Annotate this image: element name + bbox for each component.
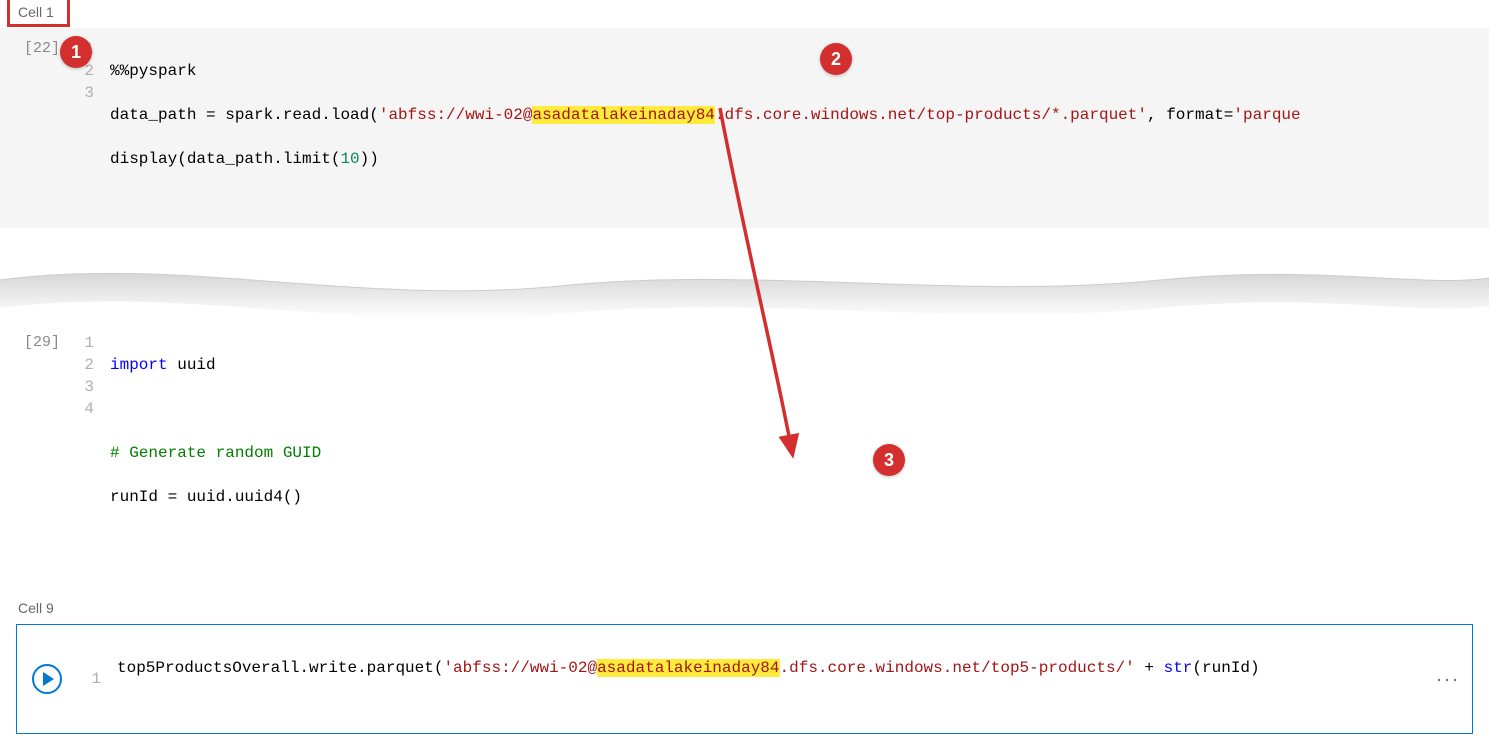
callout-2: 2 <box>820 43 852 75</box>
cell9-line-numbers: 1 <box>77 668 117 690</box>
cell-mid-exec-count: [29] <box>0 332 70 351</box>
callout-3: 3 <box>873 444 905 476</box>
more-actions-icon[interactable]: ··· <box>1424 669 1472 690</box>
code-line: %%pyspark <box>110 60 1489 82</box>
cell9-label: Cell 9 <box>12 596 60 620</box>
callout-1: 1 <box>60 36 92 68</box>
cell-mid-line-numbers: 1 2 3 4 <box>70 332 110 420</box>
code-line: # Generate random GUID <box>110 442 1489 464</box>
cell-mid-code[interactable]: import uuid # Generate random GUID runId… <box>110 332 1489 552</box>
code-line <box>110 398 1489 420</box>
run-icon[interactable] <box>32 664 62 694</box>
highlighted-storage-2: asadatalakeinaday84 <box>597 659 779 677</box>
run-cell-button[interactable] <box>17 664 77 694</box>
cell-mid-code-block[interactable]: [29] 1 2 3 4 import uuid # Generate rand… <box>0 322 1489 566</box>
highlighted-storage-1: asadatalakeinaday84 <box>532 106 714 124</box>
cell1-code[interactable]: %%pyspark data_path = spark.read.load('a… <box>110 38 1489 214</box>
wave-separator <box>0 258 1489 328</box>
code-line: display(data_path.limit(10)) <box>110 148 1489 170</box>
cell9-code[interactable]: top5ProductsOverall.write.parquet('abfss… <box>117 635 1424 723</box>
code-line: top5ProductsOverall.write.parquet('abfss… <box>117 657 1424 679</box>
code-line: runId = uuid.uuid4() <box>110 486 1489 508</box>
cell1-code-block[interactable]: [22] 1 2 3 %%pyspark data_path = spark.r… <box>0 28 1489 228</box>
cell1-highlight-box <box>7 0 70 27</box>
cell9-active-block[interactable]: 1 top5ProductsOverall.write.parquet('abf… <box>16 624 1473 734</box>
code-line: import uuid <box>110 354 1489 376</box>
code-line: data_path = spark.read.load('abfss://wwi… <box>110 104 1489 126</box>
